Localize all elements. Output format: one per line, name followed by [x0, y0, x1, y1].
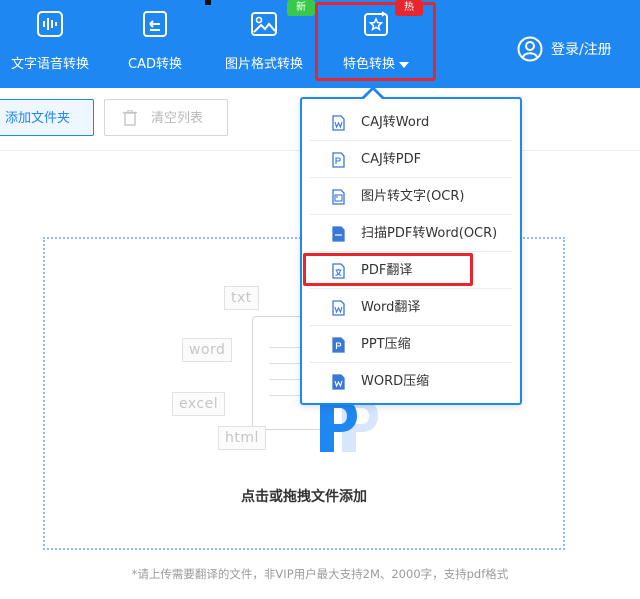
menu-item-label: CAJ转PDF	[361, 152, 422, 167]
pdf-translate-highlight	[303, 253, 473, 286]
add-folder-button[interactable]: 添加文件夹	[0, 99, 94, 136]
menu-item-ppt-compress[interactable]: PPT压缩	[310, 327, 512, 363]
cad-icon	[143, 11, 167, 37]
waveform-icon	[37, 11, 63, 37]
new-badge: 新	[287, 0, 315, 16]
image-file-icon	[332, 189, 345, 205]
mouse-cursor-fragment	[205, 0, 211, 5]
image-icon	[251, 12, 277, 36]
menu-item-caj-word[interactable]: CAJ转Word	[310, 105, 512, 141]
ghost-label-excel: excel	[172, 392, 226, 416]
word-translate-icon	[332, 300, 345, 316]
menu-item-label: CAJ转Word	[361, 115, 430, 130]
tool-label: CAD转换	[128, 57, 182, 72]
menu-item-word-translate[interactable]: Word翻译	[310, 290, 512, 326]
clear-list-button[interactable]: 清空列表	[104, 99, 228, 136]
tool-text-speech[interactable]: 文字语音转换	[0, 0, 100, 88]
ghost-label-word: word	[182, 338, 233, 362]
clear-list-label: 清空列表	[151, 111, 204, 126]
trash-icon	[123, 110, 137, 126]
top-toolbar: 文字语音转换 CAD转换 图片格式转换 新 特色转换 热 登录/注册	[0, 0, 640, 88]
menu-item-label: 图片转文字(OCR)	[361, 189, 465, 204]
word-file-icon	[332, 115, 345, 131]
pdf-file-icon	[332, 152, 345, 168]
tool-label: 图片格式转换	[224, 57, 303, 72]
menu-item-label: PPT压缩	[361, 337, 411, 352]
ppt-file-icon	[332, 337, 345, 353]
menu-item-image-ocr[interactable]: 图片转文字(OCR)	[310, 179, 512, 215]
tool-cad[interactable]: CAD转换	[112, 0, 198, 88]
word-compress-icon	[332, 374, 345, 390]
dropdown-arrow-inner	[364, 90, 382, 99]
menu-item-word-compress[interactable]: WORD压缩	[310, 364, 512, 399]
menu-item-scan-pdf-word[interactable]: 扫描PDF转Word(OCR)	[310, 216, 512, 252]
special-convert-dropdown: CAJ转Word CAJ转PDF 图片转文字(OCR) 扫描PDF转Word(O…	[300, 97, 522, 405]
hot-badge: 热	[395, 0, 423, 16]
drop-prompt: 点击或拖拽文件添加	[241, 489, 367, 505]
menu-item-label: WORD压缩	[361, 374, 430, 389]
illustration-line	[269, 379, 303, 380]
upload-hint: *请上传需要翻译的文件，非VIP用户最大支持2M、2000字，支持pdf格式	[131, 567, 509, 581]
menu-item-label: Word翻译	[361, 300, 421, 315]
user-icon	[517, 36, 543, 62]
ghost-label-txt: txt	[224, 286, 259, 310]
ghost-label-html: html	[218, 426, 266, 450]
menu-item-label: 扫描PDF转Word(OCR)	[361, 226, 498, 241]
scan-file-icon	[332, 226, 345, 242]
menu-item-caj-pdf[interactable]: CAJ转PDF	[310, 142, 512, 178]
login-label: 登录/注册	[551, 42, 612, 58]
tool-label: 文字语音转换	[10, 57, 89, 72]
